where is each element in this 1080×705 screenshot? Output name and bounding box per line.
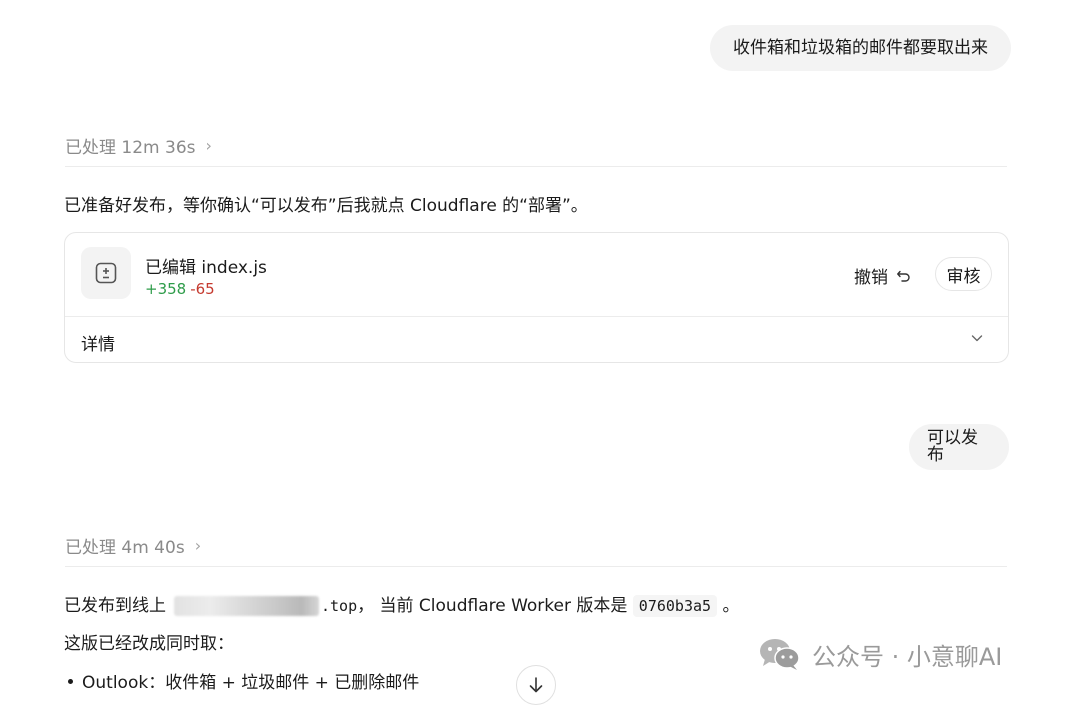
wechat-icon: [760, 639, 800, 670]
user-message-bubble: 可以发布: [909, 424, 1009, 470]
assistant-message: 已发布到线上 .top， 当前 Cloudflare Worker 版本是 076…: [64, 591, 740, 617]
processed-label: 已处理 4m 40s: [65, 537, 185, 558]
message-prefix: 已发布到线上: [64, 596, 166, 616]
bullet-icon: [68, 679, 73, 684]
processed-label: 已处理 12m 36s: [65, 137, 196, 158]
processed-toggle[interactable]: 已处理 4m 40s ›: [65, 524, 1007, 567]
edited-file-title: 已编辑 index.js: [145, 258, 267, 278]
diff-stats: +358 -65: [145, 280, 215, 298]
watermark: 公众号 · 小意聊AI: [758, 636, 1002, 672]
edit-card: 已编辑 index.js +358 -65 撤销 审核 详情: [64, 232, 1009, 363]
review-button[interactable]: 审核: [935, 257, 992, 291]
list-item-text: Outlook：收件箱 + 垃圾邮件 + 已删除邮件: [82, 673, 420, 693]
user-message-text: 收件箱和垃圾箱的邮件都要取出来: [733, 37, 988, 58]
chevron-right-icon: ›: [194, 535, 202, 555]
review-label: 审核: [946, 266, 981, 287]
deletions-count: -65: [190, 280, 215, 298]
user-message-text: 可以发布: [927, 428, 978, 465]
plus-minus-file-icon: [81, 247, 131, 299]
processed-toggle[interactable]: 已处理 12m 36s ›: [65, 124, 1007, 167]
domain-suffix: .top: [321, 597, 358, 615]
intro-line: 这版已经改成同时取：: [64, 634, 234, 654]
message-end: 。: [722, 596, 740, 616]
watermark-text: 公众号 · 小意聊AI: [812, 642, 1003, 671]
additions-count: +358: [145, 280, 187, 298]
assistant-message: 已准备好发布，等你确认“可以发布”后我就点 Cloudflare 的“部署”。: [64, 196, 588, 216]
message-middle: ， 当前 Cloudflare Worker 版本是: [357, 596, 628, 616]
user-message-bubble: 收件箱和垃圾箱的邮件都要取出来: [710, 25, 1011, 71]
redacted-domain: [174, 596, 319, 616]
chevron-down-icon[interactable]: [970, 331, 984, 345]
undo-icon: [897, 270, 910, 282]
version-code: 0760b3a5: [632, 595, 718, 617]
chevron-right-icon: ›: [205, 135, 212, 155]
arrow-down-icon: [529, 677, 543, 693]
scroll-down-button[interactable]: [516, 665, 556, 705]
list-item: Outlook：收件箱 + 垃圾邮件 + 已删除邮件: [64, 668, 419, 693]
undo-button[interactable]: 撤销: [854, 263, 912, 288]
card-divider: [65, 316, 1008, 317]
details-toggle[interactable]: 详情: [81, 330, 115, 355]
undo-label: 撤销: [854, 268, 888, 288]
